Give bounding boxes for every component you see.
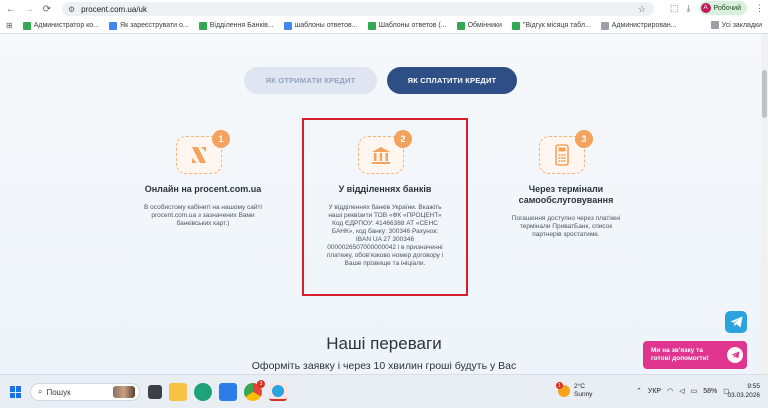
wifi-icon[interactable]: ◠ <box>667 387 673 395</box>
weather-desc: Sunny <box>574 391 593 398</box>
method-online: 1 Онлайн на procent.com.ua В особистому … <box>128 130 278 228</box>
bookmark-favicon-icon <box>22 21 31 30</box>
weather-widget[interactable]: 1 2°C Sunny <box>556 382 593 399</box>
site-info-icon[interactable]: ⚙ <box>68 5 75 14</box>
method-icon-wrap: 3 <box>539 130 593 176</box>
method-terminals: 3 Через термінали самообслуговування Пог… <box>491 130 641 239</box>
bookmarks-bar: ⊞ Администратор ко... Як зареєструвати о… <box>0 18 768 34</box>
extensions-icon[interactable]: ⬚ <box>670 3 679 14</box>
bookmark-item[interactable]: Відділення Банків... <box>198 21 274 30</box>
file-explorer-icon[interactable] <box>169 383 187 401</box>
all-bookmarks-button[interactable]: Усі закладки <box>710 21 762 29</box>
step-badge: 3 <box>575 130 593 148</box>
downloads-icon[interactable]: ⤓ <box>687 3 691 14</box>
tab-pay-credit[interactable]: ЯК СПЛАТИТИ КРЕДИТ <box>387 67 517 94</box>
bookmark-favicon-icon <box>456 21 465 30</box>
language-indicator[interactable]: УКР <box>648 388 661 395</box>
step-badge: 1 <box>212 130 230 148</box>
bookmark-favicon-icon <box>511 21 520 30</box>
search-icon: ⌕ <box>38 387 43 396</box>
scrollbar-thumb[interactable] <box>762 70 767 118</box>
taskbar-clock[interactable]: 9:55 03.03.2026 <box>727 382 760 400</box>
sun-icon: 1 <box>556 382 570 397</box>
task-view-icon[interactable] <box>148 385 162 399</box>
weather-badge: 1 <box>556 382 563 389</box>
bookmark-label: Як зареєструвати о... <box>120 22 189 29</box>
taskbar-search[interactable]: ⌕ Пошук <box>30 383 140 401</box>
store-icon[interactable] <box>219 383 237 401</box>
bookmark-item[interactable]: Администрирован... <box>600 21 677 30</box>
folder-icon <box>710 21 719 29</box>
highlight-frame <box>302 118 468 296</box>
bookmark-item[interactable]: Администратор ко... <box>22 21 100 30</box>
profile-label: Робочий <box>713 4 741 12</box>
bookmark-label: Обмінники <box>467 22 502 29</box>
bookmark-item[interactable]: "Відгук місяця табл... <box>511 21 591 30</box>
folder-icon <box>600 21 609 30</box>
chevron-up-icon[interactable]: ⌃ <box>636 387 642 395</box>
all-bookmarks-label: Усі закладки <box>721 21 762 29</box>
bookmark-favicon-icon <box>283 21 292 30</box>
bookmark-label: шаблоны ответов... <box>294 22 358 29</box>
method-icon-wrap: 1 <box>176 130 230 176</box>
windows-start-icon[interactable] <box>10 386 22 398</box>
reload-icon[interactable]: ⟳ <box>40 2 54 16</box>
battery-icon[interactable]: ▭ <box>691 387 698 395</box>
search-highlight-image <box>113 386 135 398</box>
bookmark-item[interactable]: Як зареєструвати о... <box>109 21 189 30</box>
bookmark-label: Відділення Банків... <box>209 22 274 29</box>
bookmark-item[interactable]: Обмінники <box>456 21 502 30</box>
avatar: A <box>700 3 711 13</box>
clock-time: 9:55 <box>747 383 760 390</box>
profile-button[interactable]: A Робочий <box>698 1 747 15</box>
edge-icon[interactable] <box>194 383 212 401</box>
method-title: Через термінали самообслуговування <box>518 184 614 205</box>
bookmark-star-icon[interactable]: ☆ <box>638 4 646 15</box>
back-arrow-icon[interactable]: ← <box>4 2 18 16</box>
bookmark-label: Шаблоны ответов (... <box>378 22 447 29</box>
bookmark-item[interactable]: шаблоны ответов... <box>283 21 358 30</box>
telegram-icon <box>730 316 742 328</box>
bookmark-item[interactable]: Шаблоны ответов (... <box>367 21 447 30</box>
clock-date: 03.03.2026 <box>727 392 760 399</box>
weather-temp: 2°C <box>574 383 585 390</box>
telegram-button[interactable] <box>725 311 747 333</box>
chat-widget-text: Ми на зв'язку та готові допомогти! <box>651 347 709 362</box>
bookmark-label: Администрирован... <box>611 22 677 29</box>
chrome-badge: 3 <box>257 380 265 388</box>
bookmark-favicon-icon <box>367 21 376 30</box>
apps-grid-icon[interactable]: ⊞ <box>6 21 13 30</box>
method-description: В особистому кабінеті на нашому сайті pr… <box>144 204 262 227</box>
page-scrollbar[interactable] <box>761 34 768 374</box>
method-title: Онлайн на procent.com.ua <box>144 184 262 194</box>
chrome-icon[interactable]: 3 <box>244 380 265 401</box>
bookmark-label: Администратор ко... <box>33 22 100 29</box>
bookmark-label: "Відгук місяця табл... <box>522 22 591 29</box>
address-bar[interactable]: ⚙ procent.com.ua/uk ☆ <box>62 2 654 16</box>
browser-toolbar: ← → ⟳ ⚙ procent.com.ua/uk ☆ ⬚ ⤓ A Робочи… <box>0 0 768 18</box>
address-url[interactable]: procent.com.ua/uk <box>81 5 147 14</box>
chat-widget[interactable]: Ми на зв'язку та готові допомогти! <box>643 341 747 369</box>
menu-dots-icon[interactable]: ⋮ <box>755 3 764 14</box>
search-placeholder: Пошук <box>46 387 71 397</box>
windows-taskbar: ⌕ Пошук 3 1 2°C Sunny ⌃ УКР ◠ ◁ ▭ 58% ◻ … <box>0 374 768 408</box>
method-description: Погашення доступно через платіжні термін… <box>511 215 621 238</box>
battery-level: 58% <box>703 387 718 395</box>
bookmark-favicon-icon <box>109 21 118 30</box>
system-tray: ⌃ УКР ◠ ◁ ▭ 58% ◻ <box>636 387 729 396</box>
telegram-icon <box>727 347 743 363</box>
bookmark-favicon-icon <box>198 21 207 30</box>
forward-arrow-icon[interactable]: → <box>22 2 36 16</box>
telegram-taskbar-icon[interactable] <box>269 383 287 401</box>
tab-get-credit[interactable]: ЯК ОТРИМАТИ КРЕДИТ <box>244 67 377 94</box>
page-content: ЯК ОТРИМАТИ КРЕДИТ ЯК СПЛАТИТИ КРЕДИТ 1 … <box>0 34 768 374</box>
volume-icon[interactable]: ◁ <box>679 387 684 395</box>
